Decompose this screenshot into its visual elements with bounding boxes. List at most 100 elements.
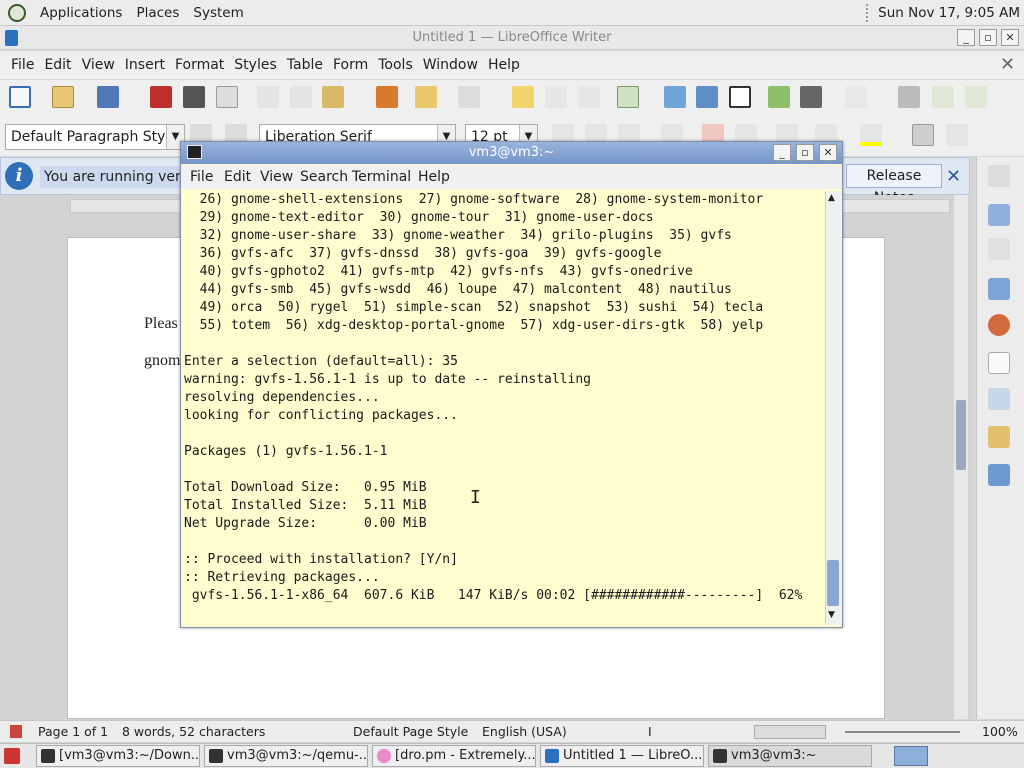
cut-icon[interactable] [257,86,279,108]
sidebar-design-icon[interactable] [988,464,1010,486]
terminal-titlebar[interactable]: vm3@vm3:~ [181,142,842,164]
minimize-button[interactable]: _ [957,29,975,46]
terminal-menu-terminal[interactable]: Terminal [352,169,411,185]
maximize-button[interactable]: ▫ [979,29,997,46]
view-layout-icons[interactable] [754,725,826,739]
release-notes-button[interactable]: Release Notes [846,164,942,206]
footnote-icon[interactable] [932,86,954,108]
insert-field-icon[interactable] [800,86,822,108]
document-text-line-1[interactable]: Pleas [144,315,178,333]
status-page-style[interactable]: Default Page Style [353,724,468,739]
status-language[interactable]: English (USA) [482,724,567,739]
terminal-close-button[interactable]: ✕ [819,144,837,161]
sidebar-gallery-icon[interactable] [988,278,1010,300]
menu-format[interactable]: Format [172,57,231,73]
redo-icon[interactable] [458,86,480,108]
spelling-icon[interactable] [545,86,567,108]
sidebar-styles-icon[interactable] [988,238,1010,260]
show-desktop-icon[interactable] [4,748,20,764]
system-menu[interactable]: System [193,5,243,21]
close-button[interactable]: ✕ [1001,29,1019,46]
hyperlink-icon[interactable] [898,86,920,108]
scroll-up-icon[interactable]: ▲ [828,193,835,203]
document-text-line-2[interactable]: gnom [144,352,180,370]
terminal-menu-edit[interactable]: Edit [224,169,251,185]
writer-titlebar[interactable]: Untitled 1 — LibreOffice Writer [0,26,1024,50]
taskbar-item-terminal-home[interactable]: vm3@vm3:~ [708,745,872,767]
distro-logo-icon[interactable] [8,3,26,22]
new-document-icon[interactable] [9,86,31,108]
terminal-scrollbar-thumb[interactable] [827,560,839,606]
workspace-switcher[interactable] [894,746,928,766]
terminal-line: gvfs-1.56.1-1-x86_64 607.6 KiB 147 KiB/s… [184,588,803,603]
sidebar-style-inspector-icon[interactable] [988,388,1010,410]
menu-help[interactable]: Help [485,57,527,73]
formatting-marks-icon[interactable] [578,86,600,108]
writer-title: Untitled 1 — LibreOffice Writer [412,30,612,45]
sidebar-properties-icon[interactable] [988,204,1010,226]
menu-table[interactable]: Table [284,57,330,73]
copy-icon[interactable] [290,86,312,108]
terminal-menu-view[interactable]: View [260,169,293,185]
insert-image-icon[interactable] [664,86,686,108]
menu-window[interactable]: Window [420,57,485,73]
menu-tools[interactable]: Tools [375,57,420,73]
taskbar-item-terminal-downloads[interactable]: [vm3@vm3:~/Down... [36,745,200,767]
save-icon[interactable] [97,86,119,108]
insert-textbox-icon[interactable] [729,86,751,108]
close-document-icon[interactable]: ✕ [1000,54,1015,75]
zoom-slider[interactable] [845,731,960,733]
terminal-minimize-button[interactable]: _ [773,144,791,161]
menu-styles[interactable]: Styles [231,57,283,73]
menu-insert[interactable]: Insert [122,57,172,73]
insert-table-icon[interactable] [617,86,639,108]
terminal-menu-search[interactable]: Search [300,169,348,185]
find-replace-icon[interactable] [512,86,534,108]
document-scrollbar-thumb[interactable] [956,400,966,470]
clock-text: Sun Nov 17, 9:05 AM [878,5,1020,21]
terminal-output[interactable]: 26) gnome-shell-extensions 27) gnome-sof… [184,191,824,621]
zoom-level[interactable]: 100% [982,724,1018,739]
infobar-close-icon[interactable]: ✕ [946,166,961,187]
print-icon[interactable] [183,86,205,108]
terminal-maximize-button[interactable]: ▫ [796,144,814,161]
insert-page-break-icon[interactable] [768,86,790,108]
scroll-down-icon[interactable]: ▼ [828,610,835,620]
undo-icon[interactable] [415,86,437,108]
places-menu[interactable]: Places [136,5,179,21]
header-footer-icon[interactable] [965,86,987,108]
clone-formatting-icon[interactable] [376,86,398,108]
align-left-icon[interactable] [912,124,934,146]
open-folder-icon[interactable] [52,86,74,108]
menu-view[interactable]: View [79,57,122,73]
taskbar-item-browser[interactable]: [dro.pm - Extremely... [372,745,536,767]
terminal-line: 36) gvfs-afc 37) gvfs-dnssd 38) gvfs-goa… [184,246,662,261]
status-page[interactable]: Page 1 of 1 [38,724,108,739]
applications-menu[interactable]: Applications [40,5,122,21]
taskbar-item-writer[interactable]: Untitled 1 — LibreO... [540,745,704,767]
special-character-icon[interactable] [845,86,867,108]
status-word-count[interactable]: 8 words, 52 characters [122,724,265,739]
sidebar-navigator-icon[interactable] [988,314,1010,336]
print-preview-icon[interactable] [216,86,238,108]
terminal-line: 49) orca 50) rygel 51) simple-scan 52) s… [184,300,764,315]
paste-icon[interactable] [322,86,344,108]
writer-app-icon [5,30,18,46]
menu-edit[interactable]: Edit [41,57,78,73]
export-pdf-icon[interactable] [150,86,172,108]
sidebar-menu-icon[interactable] [988,165,1010,187]
panel-clock[interactable]: Sun Nov 17, 9:05 AM [866,0,1020,26]
menu-file[interactable]: File [8,57,41,73]
taskbar-item-terminal-qemu[interactable]: vm3@vm3:~/qemu-... [204,745,368,767]
insert-chart-icon[interactable] [696,86,718,108]
highlight-icon[interactable] [860,124,882,146]
terminal-menu-file[interactable]: File [190,169,213,185]
menu-form[interactable]: Form [330,57,375,73]
browser-icon [377,749,391,763]
writer-menubar: File Edit View Insert Format Styles Tabl… [0,51,1024,79]
terminal-menu-help[interactable]: Help [418,169,450,185]
sidebar-page-icon[interactable] [988,352,1010,374]
sidebar-manage-changes-icon[interactable] [988,426,1010,448]
align-center-icon[interactable] [946,124,968,146]
paragraph-style-combo[interactable]: Default Paragraph Style ▼ [5,124,185,150]
